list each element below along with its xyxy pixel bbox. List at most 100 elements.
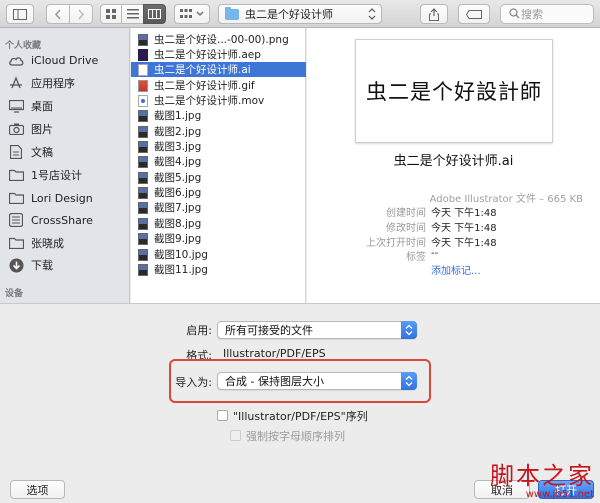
ai-file-icon: [138, 63, 148, 76]
sidebar-item-lori-design[interactable]: Lori Design: [8, 188, 128, 208]
file-name: 虫二是个好设计师.aep: [154, 49, 261, 61]
options-button[interactable]: 选项: [10, 480, 65, 499]
preview-kind: Adobe Illustrator 文件 – 665 KB: [429, 194, 583, 205]
devices-header: 设备: [5, 289, 24, 299]
sidebar-item-desktop[interactable]: 桌面: [8, 96, 128, 116]
jpg-file-icon: [138, 155, 148, 168]
chevron-down-icon: [196, 11, 204, 16]
jpg-file-icon: [138, 109, 148, 122]
search-icon: [509, 8, 520, 19]
meta-modified: 修改时间 今天 下午1:48: [307, 219, 600, 234]
chevron-right-icon: [78, 9, 85, 19]
file-name: 截图10.jpg: [154, 249, 208, 261]
sidebar-toggle-button[interactable]: [6, 4, 34, 24]
arrange-button[interactable]: [174, 4, 210, 24]
meta-key: 标签: [406, 252, 426, 263]
file-row[interactable]: 截图11.jpg: [131, 262, 306, 277]
enable-popup[interactable]: 所有可接受的文件: [217, 321, 417, 339]
file-row[interactable]: 虫二是个好设计师.mov: [131, 93, 306, 108]
sequence-checkbox[interactable]: [217, 410, 228, 421]
thumbnail-text: 虫二是个好設計師: [366, 80, 542, 104]
file-name: 截图1.jpg: [154, 110, 202, 122]
path-popup[interactable]: 虫二是个好设计师: [218, 4, 382, 24]
cloud-icon: [8, 52, 24, 68]
folder-icon: [225, 6, 239, 20]
aep-file-icon: [138, 48, 148, 61]
file-row[interactable]: 截图8.jpg: [131, 216, 306, 231]
sidebar-item-icloud[interactable]: iCloud Drive: [8, 50, 128, 70]
mov-file-icon: [138, 94, 148, 107]
file-row[interactable]: 截图2.jpg: [131, 124, 306, 139]
file-row[interactable]: 截图9.jpg: [131, 231, 306, 246]
enable-value: 所有可接受的文件: [225, 324, 313, 337]
file-name: 截图6.jpg: [154, 187, 202, 199]
add-tags-link[interactable]: 添加标记...: [431, 262, 481, 277]
icon-view-button[interactable]: [100, 4, 122, 24]
sidebar-item-applications[interactable]: 应用程序: [8, 73, 128, 93]
sidebar: 个人收藏 iCloud Drive 应用程序 桌面 图片 文稿 1号店设计 Lo…: [0, 28, 130, 303]
jpg-file-icon: [138, 248, 148, 261]
back-button[interactable]: [46, 4, 70, 24]
tag-button[interactable]: [458, 4, 490, 24]
png-file-icon: [138, 33, 148, 46]
file-name: 虫二是个好设计师.ai: [154, 64, 251, 76]
sidebar-item-label: 桌面: [31, 100, 53, 113]
file-name: 截图5.jpg: [154, 172, 202, 184]
sidebar-item-documents[interactable]: 文稿: [8, 142, 128, 162]
sidebar-item-1hao[interactable]: 1号店设计: [8, 165, 128, 185]
file-row[interactable]: 截图3.jpg: [131, 139, 306, 154]
preview-thumbnail: 虫二是个好設計師: [355, 39, 553, 143]
file-row[interactable]: 截图10.jpg: [131, 247, 306, 262]
column-view-button[interactable]: [143, 4, 166, 24]
file-row[interactable]: 截图1.jpg: [131, 108, 306, 123]
tag-icon: [466, 9, 482, 19]
sidebar-item-label: 文稿: [31, 146, 53, 159]
file-row[interactable]: 截图5.jpg: [131, 170, 306, 185]
forward-button[interactable]: [69, 4, 93, 24]
share-button[interactable]: [420, 4, 448, 24]
search-placeholder: 搜索: [521, 8, 543, 21]
file-row[interactable]: 截图4.jpg: [131, 154, 306, 169]
desktop-icon: [8, 98, 24, 114]
list-view-button[interactable]: [121, 4, 144, 24]
updown-arrows-icon: [401, 372, 417, 390]
sidebar-item-label: Lori Design: [31, 191, 93, 205]
sidebar-item-zhangxiaocheng[interactable]: 张晓成: [8, 233, 128, 253]
applications-icon: [8, 75, 24, 91]
sidebar-item-label: 图片: [31, 123, 53, 136]
jpg-file-icon: [138, 140, 148, 153]
sidebar-item-pictures[interactable]: 图片: [8, 119, 128, 139]
meta-last-opened: 上次打开时间 今天 下午1:48: [307, 234, 600, 249]
file-row[interactable]: 虫二是个好设计师.gif: [131, 78, 306, 93]
import-as-label: 导入为:: [175, 376, 212, 389]
file-name: 截图8.jpg: [154, 218, 202, 230]
file-name: 截图3.jpg: [154, 141, 202, 153]
updown-arrows-icon: [401, 321, 417, 339]
sequence-checkbox-label: "Illustrator/PDF/EPS"序列: [233, 410, 368, 423]
watermark-logo: 脚本之家 www.jb51.net: [490, 463, 594, 501]
alphabetical-checkbox-label: 强制按字母顺序排列: [246, 430, 345, 443]
preview-pane: 虫二是个好設計師 虫二是个好设计师.ai Adobe Illustrator 文…: [307, 28, 600, 303]
file-row[interactable]: 虫二是个好设...-00-00).png: [131, 32, 306, 47]
watermark-url: www.jb51.net: [525, 489, 594, 500]
file-row[interactable]: 截图7.jpg: [131, 200, 306, 215]
file-row[interactable]: 虫二是个好设计师.aep: [131, 47, 306, 62]
alphabetical-checkbox[interactable]: [230, 430, 241, 441]
file-name: 截图4.jpg: [154, 156, 202, 168]
file-row[interactable]: 截图6.jpg: [131, 185, 306, 200]
folder-icon: [8, 235, 24, 251]
import-as-value: 合成 - 保持图层大小: [225, 375, 324, 388]
jpg-file-icon: [138, 186, 148, 199]
sidebar-item-label: 张晓成: [31, 237, 64, 250]
sidebar-item-downloads[interactable]: 下载: [8, 255, 128, 275]
meta-key: 上次打开时间: [366, 238, 426, 249]
sidebar-item-crossshare[interactable]: CrossShare: [8, 210, 128, 230]
search-input[interactable]: 搜索: [500, 4, 594, 24]
meta-key: 创建时间: [386, 208, 426, 219]
columns-icon: [148, 9, 161, 19]
file-row-selected[interactable]: 虫二是个好设计师.ai: [131, 62, 306, 77]
arrange-grid-icon: [180, 9, 192, 18]
meta-value: 今天 下午1:48: [431, 208, 497, 219]
import-as-popup[interactable]: 合成 - 保持图层大小: [217, 372, 417, 390]
file-name: 截图11.jpg: [154, 264, 208, 276]
